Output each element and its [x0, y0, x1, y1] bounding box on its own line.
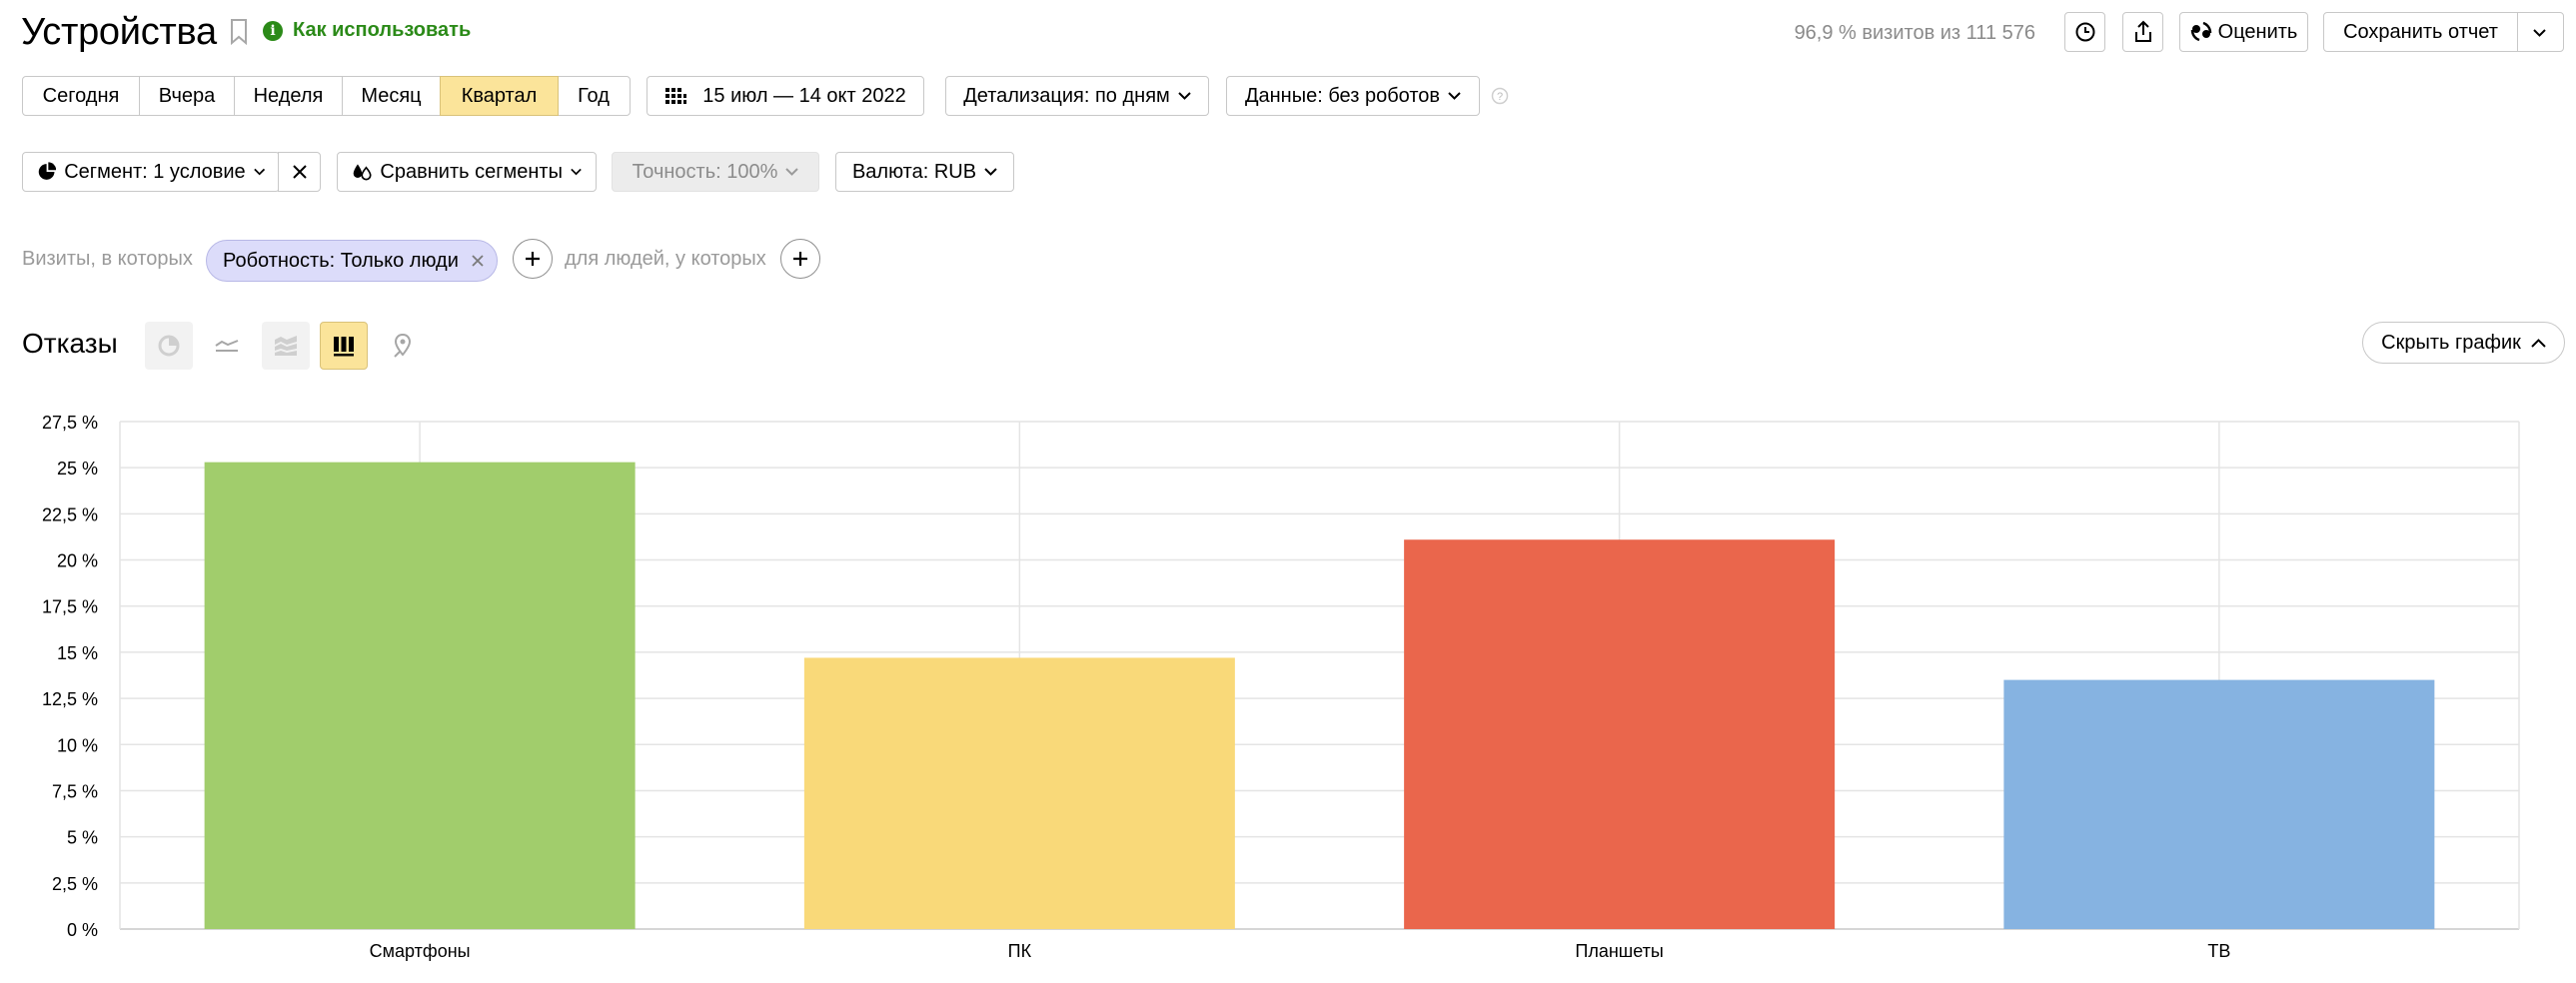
y-tick-label: 27,5 %	[42, 413, 98, 433]
calendar-icon	[665, 88, 687, 104]
bar-2	[803, 657, 1235, 929]
data-filter-dropdown[interactable]: Данные: без роботов	[1226, 76, 1480, 116]
help-icon[interactable]: ?	[1491, 87, 1509, 105]
close-icon	[292, 165, 307, 179]
period-yesterday[interactable]: Вчера	[138, 76, 236, 116]
currency-label: Валюта: RUB	[851, 160, 977, 183]
share-icon	[2134, 20, 2151, 42]
how-to-use-link[interactable]: i Как использовать	[263, 19, 471, 42]
page-title: Устройства	[21, 11, 217, 53]
add-people-filter-button[interactable]	[780, 239, 820, 279]
pie-chart-icon	[158, 335, 180, 357]
compare-segments-dropdown[interactable]: Сравнить сегменты	[337, 152, 597, 192]
segment-label: Сегмент: 1 условие	[64, 160, 246, 183]
metric-title: Отказы	[22, 328, 118, 359]
rate-button[interactable]: Оценить	[2179, 12, 2308, 52]
date-range-button[interactable]: 15 июл — 14 окт 2022	[646, 76, 924, 116]
detail-dropdown[interactable]: Детализация: по дням	[945, 76, 1209, 116]
history-button[interactable]	[2064, 12, 2105, 52]
info-icon: i	[263, 20, 283, 41]
chevron-down-icon	[984, 168, 997, 176]
filter-chip-label: Роботность: Только люди	[223, 249, 459, 272]
y-tick-label: 0 %	[67, 920, 98, 940]
period-selector[interactable]: Сегодня Вчера Неделя Месяц Квартал Год	[22, 76, 631, 116]
quote-icon	[2190, 22, 2211, 42]
y-tick-label: 5 %	[67, 828, 98, 848]
y-tick-label: 20 %	[57, 551, 98, 571]
save-report-button[interactable]: Сохранить отчет	[2323, 12, 2564, 52]
export-button[interactable]	[2122, 12, 2163, 52]
bar-1	[204, 462, 636, 929]
chevron-down-icon	[571, 168, 582, 176]
chart-type-bar[interactable]	[320, 322, 368, 370]
visits-filter-prefix: Визиты, в которых	[22, 248, 193, 270]
accuracy-dropdown: Точность: 100%	[612, 152, 819, 192]
bar-chart-icon	[334, 337, 354, 357]
map-pin-icon	[394, 333, 412, 358]
period-today[interactable]: Сегодня	[22, 76, 140, 116]
period-month[interactable]: Месяц	[341, 76, 442, 116]
x-tick-label: ПК	[1008, 941, 1032, 961]
save-report-label: Сохранить отчет	[2343, 20, 2498, 43]
chart-type-map[interactable]	[379, 322, 427, 370]
y-tick-label: 25 %	[57, 459, 98, 479]
visits-sampling-text: 96,9 % визитов из 111 576	[1794, 22, 2035, 44]
segment-dropdown[interactable]: Сегмент: 1 условие	[22, 152, 280, 192]
data-filter-label: Данные: без роботов	[1244, 84, 1441, 107]
how-to-use-label: Как использовать	[293, 19, 472, 41]
filter-chip-robots[interactable]: Роботность: Только люди	[206, 240, 498, 282]
pie-segment-icon	[38, 162, 57, 180]
x-tick-label: Планшеты	[1575, 941, 1663, 961]
detail-label: Детализация: по дням	[963, 84, 1170, 107]
line-chart-icon	[215, 340, 239, 352]
clock-icon	[2075, 22, 2094, 42]
chevron-down-icon	[1448, 92, 1461, 100]
chevron-down-icon	[785, 168, 799, 176]
chevron-up-icon	[2531, 338, 2546, 348]
accuracy-label: Точность: 100%	[632, 160, 778, 183]
x-tick-label: ТВ	[2207, 941, 2230, 961]
y-tick-label: 10 %	[57, 735, 98, 755]
bar-3	[1404, 539, 1836, 929]
y-tick-label: 12,5 %	[42, 689, 98, 709]
date-range-label: 15 июл — 14 окт 2022	[702, 84, 906, 107]
compare-segments-label: Сравнить сегменты	[380, 160, 563, 183]
y-tick-label: 7,5 %	[52, 781, 98, 801]
area-chart-icon	[275, 336, 297, 356]
bookmark-icon[interactable]	[229, 18, 249, 46]
hide-chart-button[interactable]: Скрыть график	[2362, 322, 2565, 364]
svg-text:?: ?	[1497, 91, 1503, 103]
chevron-down-icon	[1178, 92, 1191, 100]
rate-label: Оценить	[2217, 20, 2298, 43]
period-week[interactable]: Неделя	[234, 76, 343, 116]
bar-chart: 0 % 2,5 % 5 % 7,5 % 10 % 12,5 % 15 % 17,5 % 20 %…	[42, 413, 2520, 961]
compare-drops-icon	[353, 164, 372, 181]
close-icon[interactable]	[471, 254, 485, 268]
plus-icon	[793, 252, 807, 266]
period-year[interactable]: Год	[557, 76, 631, 116]
x-tick-label: Смартфоны	[370, 941, 471, 961]
y-tick-label: 15 %	[57, 643, 98, 663]
segment-clear-button[interactable]	[278, 152, 321, 192]
chevron-down-icon[interactable]	[2533, 29, 2546, 37]
save-report-divider	[2517, 13, 2518, 51]
hide-chart-label: Скрыть график	[2381, 331, 2521, 354]
y-tick-label: 22,5 %	[42, 504, 98, 524]
bar-4	[2003, 679, 2435, 929]
chart-type-area	[262, 322, 310, 370]
y-tick-label: 17,5 %	[42, 597, 98, 617]
plus-icon	[526, 252, 540, 266]
currency-dropdown[interactable]: Валюта: RUB	[835, 152, 1014, 192]
chart-type-line[interactable]	[203, 322, 251, 370]
y-tick-label: 2,5 %	[52, 874, 98, 894]
add-visit-filter-button[interactable]	[513, 239, 553, 279]
chevron-down-icon	[253, 168, 265, 176]
period-quarter[interactable]: Квартал	[440, 76, 559, 116]
chart-type-pie	[145, 322, 193, 370]
people-filter-prefix: для людей, у которых	[565, 248, 766, 270]
